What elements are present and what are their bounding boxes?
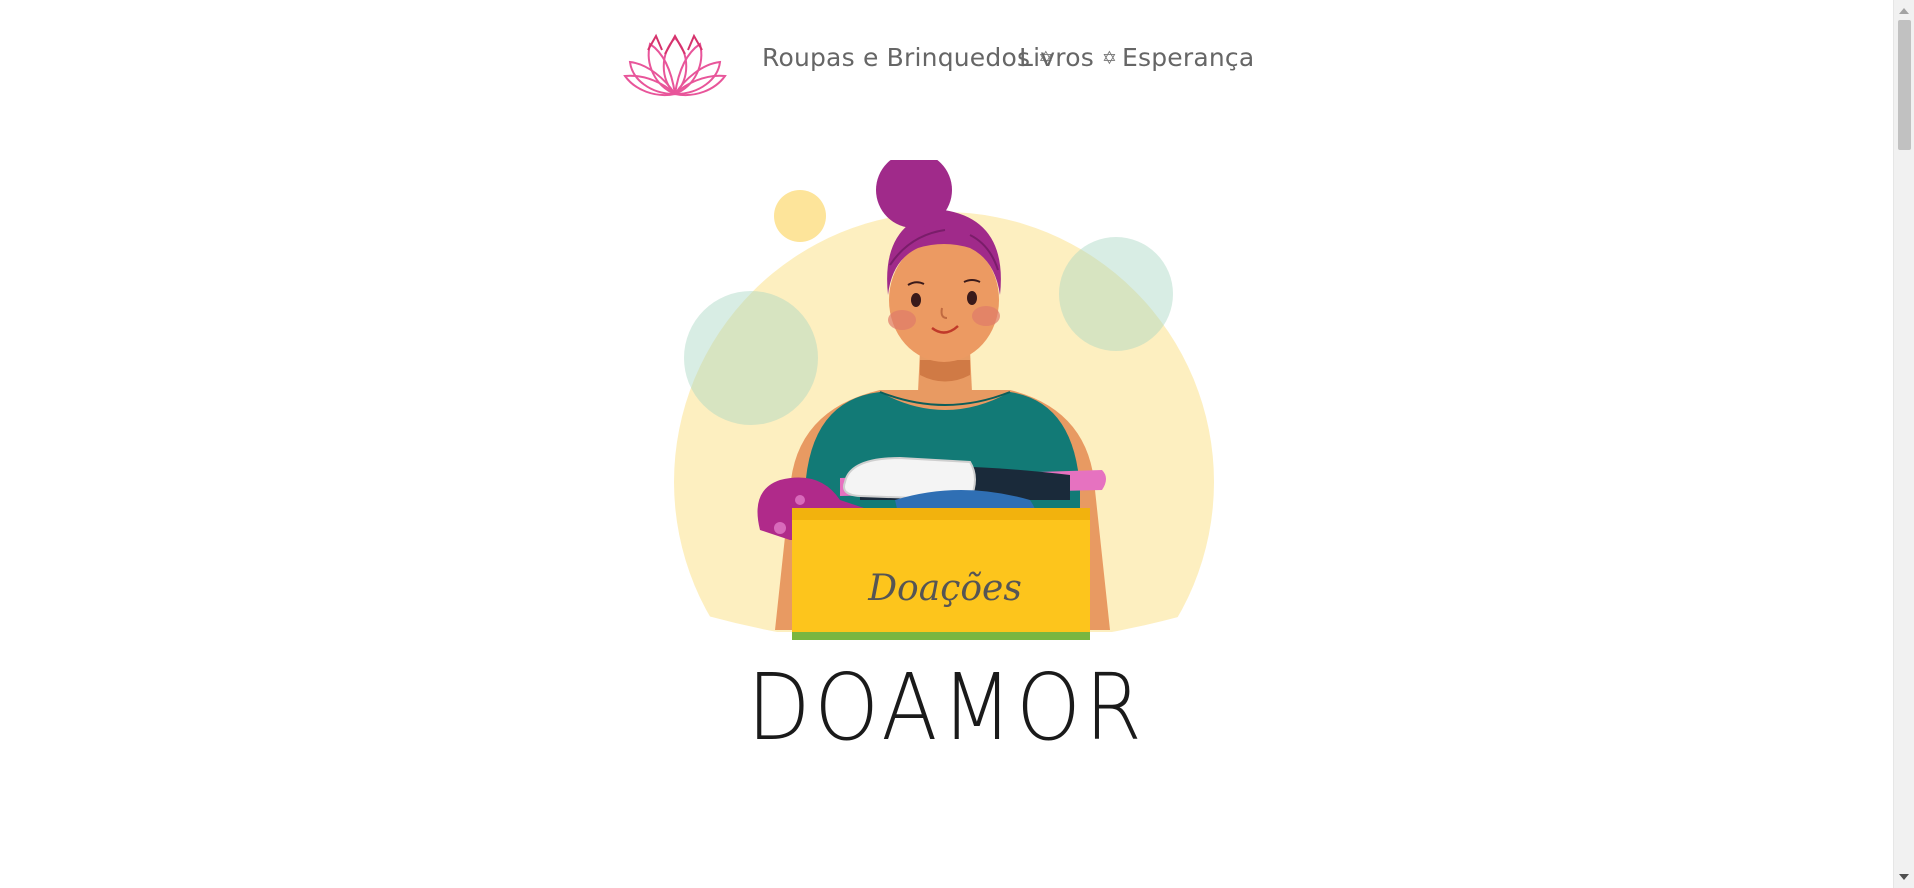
nav-item-esperanca[interactable]: Esperança	[1122, 38, 1254, 78]
scroll-up-arrow-icon[interactable]	[1899, 8, 1909, 14]
nav-item-roupas-e-brinquedos[interactable]: Roupas e Brinquedos ✡	[762, 38, 1053, 78]
top-navbar: Roupas e Brinquedos ✡ Livros ✡ Esperança	[0, 0, 1893, 115]
lotus-logo[interactable]	[620, 24, 730, 100]
scroll-down-arrow-icon[interactable]	[1899, 874, 1909, 880]
star-of-david-icon: ✡	[1101, 48, 1118, 69]
hero-illustration: Doações	[670, 160, 1230, 646]
green-bubble-right	[1059, 237, 1173, 351]
vertical-scrollbar[interactable]	[1893, 0, 1914, 888]
box-label: Doações	[867, 568, 1022, 609]
nav-item-livros[interactable]: Livros ✡	[1019, 38, 1117, 78]
scroll-thumb[interactable]	[1898, 20, 1911, 150]
nav-item-label: Roupas e Brinquedos	[762, 43, 1031, 72]
face	[889, 238, 999, 362]
nav-item-label: Esperança	[1122, 43, 1255, 72]
page: Roupas e Brinquedos✡ Livros ✡ Esperança	[0, 0, 1893, 888]
nav-item-label: Livros	[1019, 43, 1094, 72]
brand-title: DOAMOR	[747, 655, 1146, 762]
green-bubble-left	[684, 291, 818, 425]
yellow-bubble	[774, 190, 826, 242]
